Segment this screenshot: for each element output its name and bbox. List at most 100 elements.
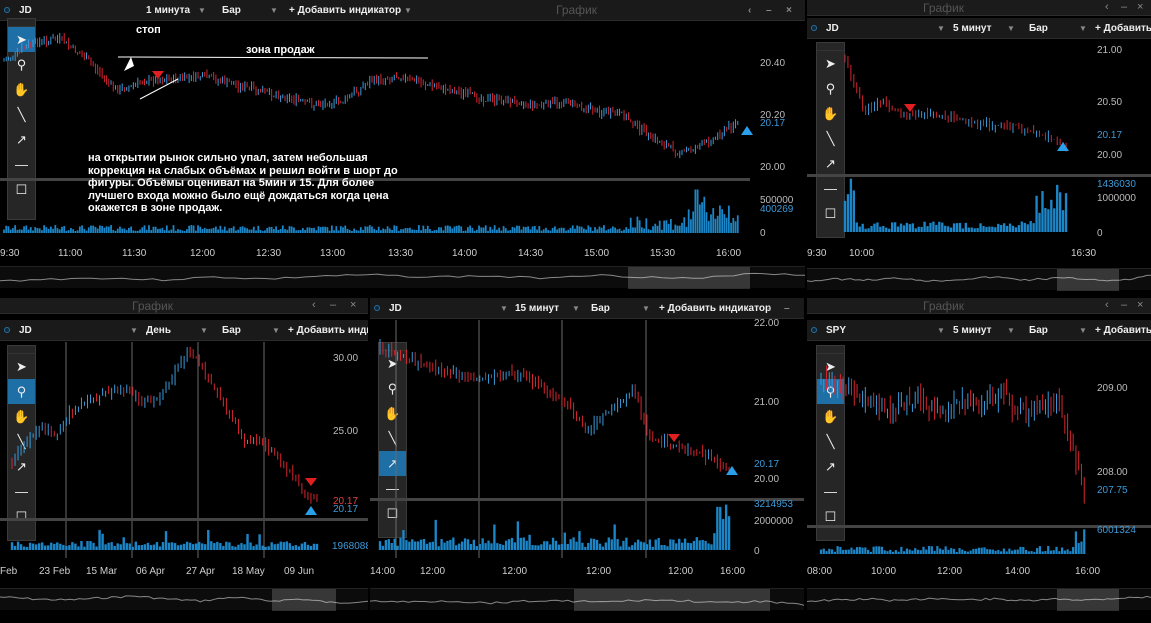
chevron-down-icon[interactable]: ▼ — [1007, 326, 1015, 335]
volume-bar — [5, 225, 8, 233]
chevron-down-icon[interactable]: ▼ — [572, 304, 580, 313]
volume-bar — [714, 218, 717, 233]
minimize-button[interactable]: – — [784, 303, 790, 314]
navigator[interactable] — [807, 588, 1151, 611]
volume-bar — [65, 230, 68, 233]
close-button[interactable]: × — [1137, 299, 1143, 311]
volume-bar — [1008, 548, 1011, 554]
chevron-down-icon[interactable]: ▼ — [1079, 326, 1087, 335]
add-indicator-button[interactable]: + Добавить индикатор — [1095, 325, 1151, 336]
add-indicator-button[interactable]: + Добавить индикатор — [659, 303, 771, 314]
chart-type-select[interactable]: Бар — [591, 303, 610, 314]
volume-bar — [557, 544, 561, 550]
interval-select[interactable]: 15 минут — [515, 303, 559, 314]
back-button[interactable]: ‹ — [1105, 299, 1109, 311]
chevron-down-icon[interactable]: ▼ — [1079, 24, 1087, 33]
volume-bar — [408, 541, 411, 550]
volume-bar — [371, 226, 373, 233]
volume-bar — [380, 230, 382, 233]
link-icon[interactable] — [811, 327, 817, 333]
back-button[interactable]: ‹ — [312, 299, 316, 311]
ticker-field[interactable]: JD — [19, 5, 32, 16]
chevron-down-icon[interactable]: ▼ — [500, 304, 508, 313]
volume-bar — [420, 230, 422, 233]
volume-bar — [98, 529, 101, 550]
volume-bar — [493, 225, 496, 233]
volume-bar — [839, 547, 842, 554]
add-indicator-button[interactable]: + Добавить индикатор — [289, 5, 401, 16]
chevron-down-icon[interactable]: ▼ — [1007, 24, 1015, 33]
price-chart[interactable] — [370, 320, 804, 558]
price-chart[interactable] — [807, 40, 1151, 242]
ticker-field[interactable]: JD — [826, 23, 839, 34]
volume-bar — [973, 228, 976, 232]
volume-bar — [148, 225, 150, 233]
close-button[interactable]: × — [786, 5, 792, 16]
chart-type-select[interactable]: Бар — [1029, 23, 1048, 34]
navigator-window[interactable] — [574, 589, 770, 611]
volume-bar — [678, 225, 681, 233]
ticker-field[interactable]: JD — [19, 325, 32, 336]
back-button[interactable]: ‹ — [1105, 1, 1109, 13]
volume-bar — [290, 226, 293, 233]
close-button[interactable]: × — [350, 299, 356, 311]
volume-bar — [542, 229, 545, 233]
chevron-down-icon[interactable]: ▼ — [272, 326, 280, 335]
chevron-down-icon[interactable]: ▼ — [200, 326, 208, 335]
navigator[interactable] — [370, 588, 804, 611]
navigator-window[interactable] — [1057, 269, 1119, 291]
add-indicator-button[interactable]: + Добавить индикатор — [1095, 23, 1151, 34]
volume-bar — [300, 543, 304, 550]
volume-bar — [201, 543, 204, 550]
interval-select[interactable]: 1 минута — [146, 5, 190, 16]
chevron-down-icon[interactable]: ▼ — [198, 6, 206, 15]
volume-bar — [565, 230, 567, 233]
volume-bar — [161, 227, 164, 233]
volume-bar — [858, 226, 861, 232]
volume-bar — [723, 214, 726, 233]
interval-select[interactable]: 5 минут — [953, 23, 992, 34]
volume-bar — [667, 223, 670, 233]
chart-type-select[interactable]: Бар — [1029, 325, 1048, 336]
minimize-button[interactable]: – — [1121, 1, 1127, 13]
interval-select[interactable]: День — [146, 325, 171, 336]
link-icon[interactable] — [374, 305, 380, 311]
chevron-down-icon[interactable]: ▼ — [642, 304, 650, 313]
chart-type-select[interactable]: Бар — [222, 325, 241, 336]
chart-type-select[interactable]: Бар — [222, 5, 241, 16]
volume-bar — [1022, 546, 1025, 554]
ticker-field[interactable]: SPY — [826, 325, 846, 336]
volume-bar — [576, 225, 579, 233]
close-button[interactable]: × — [1137, 1, 1143, 13]
back-button[interactable]: ‹ — [768, 303, 771, 314]
volume-bar — [980, 547, 983, 554]
navigator-window[interactable] — [628, 267, 750, 289]
ticker-field[interactable]: JD — [389, 303, 402, 314]
volume-bar — [384, 229, 387, 233]
chevron-down-icon[interactable]: ▼ — [937, 326, 945, 335]
link-icon[interactable] — [811, 25, 817, 31]
volume-bar — [847, 549, 850, 554]
navigator-window[interactable] — [1057, 589, 1119, 611]
add-indicator-button[interactable]: + Добавить индикато — [288, 325, 368, 336]
chevron-down-icon[interactable]: ▼ — [404, 6, 412, 15]
volume-bar — [916, 549, 920, 554]
link-icon[interactable] — [4, 327, 10, 333]
chevron-down-icon[interactable]: ▼ — [130, 326, 138, 335]
interval-select[interactable]: 5 минут — [953, 325, 992, 336]
minimize-button[interactable]: – — [766, 5, 772, 16]
link-icon[interactable] — [4, 7, 10, 13]
minimize-button[interactable]: – — [330, 299, 336, 311]
navigator[interactable] — [807, 268, 1151, 291]
minimize-button[interactable]: – — [1121, 299, 1127, 311]
price-chart[interactable] — [0, 342, 368, 558]
volume-bar — [527, 226, 530, 233]
chevron-down-icon[interactable]: ▼ — [937, 24, 945, 33]
back-button[interactable]: ‹ — [748, 5, 751, 16]
navigator[interactable] — [0, 266, 805, 289]
chevron-down-icon[interactable]: ▼ — [270, 6, 278, 15]
volume-bar — [504, 228, 507, 233]
navigator[interactable] — [0, 588, 368, 611]
volume-bar — [119, 226, 121, 233]
navigator-window[interactable] — [272, 589, 336, 611]
